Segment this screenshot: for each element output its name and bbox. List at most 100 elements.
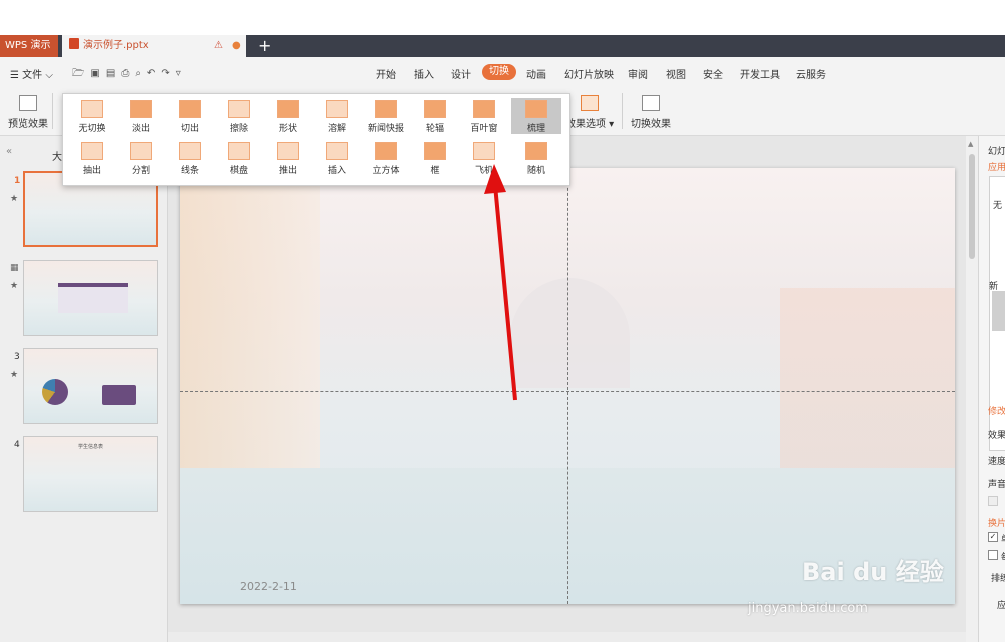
menu-view[interactable]: 视图 bbox=[666, 66, 686, 81]
gallery-item-random[interactable]: 随机 bbox=[511, 142, 561, 176]
customize-icon[interactable]: ▿ bbox=[176, 68, 187, 79]
every-checkbox[interactable] bbox=[988, 550, 998, 560]
vertical-scrollbar[interactable]: ▲ bbox=[966, 136, 978, 642]
watermark: Bai du 经验 jingyan.baidu.com bbox=[748, 530, 952, 616]
apply-all-button[interactable]: 应 bbox=[997, 598, 1005, 611]
print-preview-icon[interactable]: ⌕ bbox=[135, 68, 147, 79]
transition-selected[interactable] bbox=[992, 291, 1005, 331]
menu-animation[interactable]: 动画 bbox=[526, 66, 546, 81]
save-icon[interactable]: ▣ bbox=[90, 68, 105, 79]
airplane-icon bbox=[473, 142, 495, 160]
gallery-item-box[interactable]: 框 bbox=[410, 142, 460, 176]
gallery-item-blinds[interactable]: 百叶窗 bbox=[459, 100, 509, 134]
gallery-item-wheel[interactable]: 轮辐 bbox=[410, 100, 460, 134]
slide-thumbnail-panel: « 大 1 ★ ▦ ★ 3 ★ 4 学生信息表 bbox=[0, 136, 168, 642]
panel-view-label[interactable]: 大 bbox=[52, 148, 62, 163]
gallery-item-fade[interactable]: 淡出 bbox=[116, 100, 166, 134]
gallery-item-checkerboard[interactable]: 棋盘 bbox=[214, 142, 264, 176]
pull-icon bbox=[81, 142, 103, 160]
pptx-file-icon bbox=[69, 38, 79, 49]
cut-icon bbox=[179, 100, 201, 118]
gallery-item-lines[interactable]: 线条 bbox=[165, 142, 215, 176]
transition-star-icon: ★ bbox=[10, 194, 19, 204]
gallery-item-cut[interactable]: 切出 bbox=[165, 100, 215, 134]
vertical-guide[interactable] bbox=[567, 168, 568, 604]
thumb-title: 学生信息表 bbox=[77, 444, 103, 450]
document-tab-label: 演示例子.pptx bbox=[83, 40, 149, 51]
gallery-item-wipe[interactable]: 擦除 bbox=[214, 100, 264, 134]
slide-thumbnail-4[interactable]: 学生信息表 bbox=[23, 436, 158, 512]
lines-icon bbox=[179, 142, 201, 160]
warning-icon[interactable]: ⚠ bbox=[214, 35, 223, 57]
chevron-down-icon: ⌵ bbox=[42, 70, 53, 81]
gallery-item-split[interactable]: 分割 bbox=[116, 142, 166, 176]
blinds-icon bbox=[473, 100, 495, 118]
gallery-item-push[interactable]: 推出 bbox=[263, 142, 313, 176]
slide-thumbnail-2[interactable] bbox=[23, 260, 158, 336]
effect-options-icon bbox=[581, 95, 600, 111]
gallery-item-airplane[interactable]: 飞机 bbox=[459, 142, 509, 176]
dissolve-icon bbox=[326, 100, 348, 118]
slide-date[interactable]: 2022-2-11 bbox=[240, 580, 297, 593]
effect-options-button[interactable]: 效果选项 ▾ bbox=[566, 95, 614, 130]
menu-developer[interactable]: 开发工具 bbox=[740, 66, 780, 81]
app-tab[interactable]: WPS 演示 bbox=[0, 35, 58, 57]
loop-checkbox[interactable] bbox=[988, 496, 998, 506]
slide-number: 1 bbox=[14, 176, 21, 186]
watermark-brand: Bai du 经验 bbox=[802, 558, 944, 586]
gallery-item-pull[interactable]: 抽出 bbox=[67, 142, 117, 176]
gallery-item-newsflash[interactable]: 新闻快报 bbox=[361, 100, 411, 134]
quick-access-toolbar: 🗁▣▤⎙⌕↶↷▿ bbox=[72, 66, 187, 83]
gallery-item-cube[interactable]: 立方体 bbox=[361, 142, 411, 176]
slide-building-right bbox=[780, 288, 955, 468]
menu-design[interactable]: 设计 bbox=[451, 66, 471, 81]
redo-icon[interactable]: ↷ bbox=[161, 68, 175, 79]
gallery-item-no-transition[interactable]: 无切换 bbox=[67, 100, 117, 134]
pane-title: 幻灯片 bbox=[988, 147, 1005, 157]
open-icon[interactable]: 🗁 bbox=[72, 68, 90, 79]
preview-effect-button[interactable]: 预览效果 bbox=[8, 95, 48, 130]
print-icon[interactable]: ⎙ bbox=[121, 68, 135, 79]
gallery-item-shape[interactable]: 形状 bbox=[263, 100, 313, 134]
document-tab[interactable]: 演示例子.pptx ⚠ ● bbox=[62, 35, 246, 57]
effect-label: 效果 bbox=[988, 431, 1005, 441]
undo-icon[interactable]: ↶ bbox=[147, 68, 161, 79]
thumb-diagram bbox=[102, 385, 136, 405]
pdf-icon[interactable]: ▤ bbox=[106, 68, 121, 79]
unsaved-dot-icon[interactable]: ● bbox=[232, 35, 241, 57]
menu-security[interactable]: 安全 bbox=[703, 66, 723, 81]
transition-none[interactable]: 无 bbox=[993, 198, 1002, 211]
task-pane: 幻灯片 应用 无 新 修改 效果 速度 声音 换片 ✓ 单 每 排练 应 bbox=[978, 136, 1005, 642]
rehearse-button[interactable]: 排练 bbox=[991, 571, 1005, 584]
menu-review[interactable]: 审阅 bbox=[628, 66, 648, 81]
menu-cloud[interactable]: 云服务 bbox=[796, 66, 826, 81]
scrollbar-thumb[interactable] bbox=[969, 154, 975, 259]
new-tab-button[interactable]: + bbox=[258, 35, 271, 56]
gallery-item-comb[interactable]: 梳理 bbox=[511, 98, 561, 134]
slide-number: 3 bbox=[14, 352, 20, 362]
cube-icon bbox=[375, 142, 397, 160]
switch-slide-label: 换片 bbox=[988, 519, 1005, 529]
switch-effect-button[interactable]: 切换效果 bbox=[631, 95, 671, 130]
push-icon bbox=[277, 142, 299, 160]
menu-insert[interactable]: 插入 bbox=[414, 66, 434, 81]
collapse-panel-icon[interactable]: « bbox=[6, 146, 12, 157]
fade-icon bbox=[130, 100, 152, 118]
menu-slideshow[interactable]: 幻灯片放映 bbox=[564, 66, 614, 81]
menu-bar: ☰ 文件 ⌵ 🗁▣▤⎙⌕↶↷▿ 开始 插入 设计 切换 动画 幻灯片放映 审阅 … bbox=[0, 57, 1005, 87]
wipe-icon bbox=[228, 100, 250, 118]
notes-strip bbox=[168, 632, 966, 642]
thumb-pie-chart bbox=[42, 379, 68, 405]
menu-transition[interactable]: 切换 bbox=[482, 64, 516, 80]
menu-start[interactable]: 开始 bbox=[376, 66, 396, 81]
file-menu[interactable]: ☰ 文件 ⌵ bbox=[10, 66, 53, 81]
on-click-label: 单 bbox=[1001, 532, 1005, 545]
gallery-item-dissolve[interactable]: 溶解 bbox=[312, 100, 362, 134]
scroll-up-icon[interactable]: ▲ bbox=[968, 140, 973, 148]
gallery-item-insert[interactable]: 插入 bbox=[312, 142, 362, 176]
on-click-checkbox[interactable]: ✓ bbox=[988, 532, 998, 542]
newsflash-icon bbox=[375, 100, 397, 118]
slide-thumbnail-3[interactable] bbox=[23, 348, 158, 424]
slide-number: 4 bbox=[14, 440, 20, 450]
ribbon-separator bbox=[52, 93, 53, 129]
